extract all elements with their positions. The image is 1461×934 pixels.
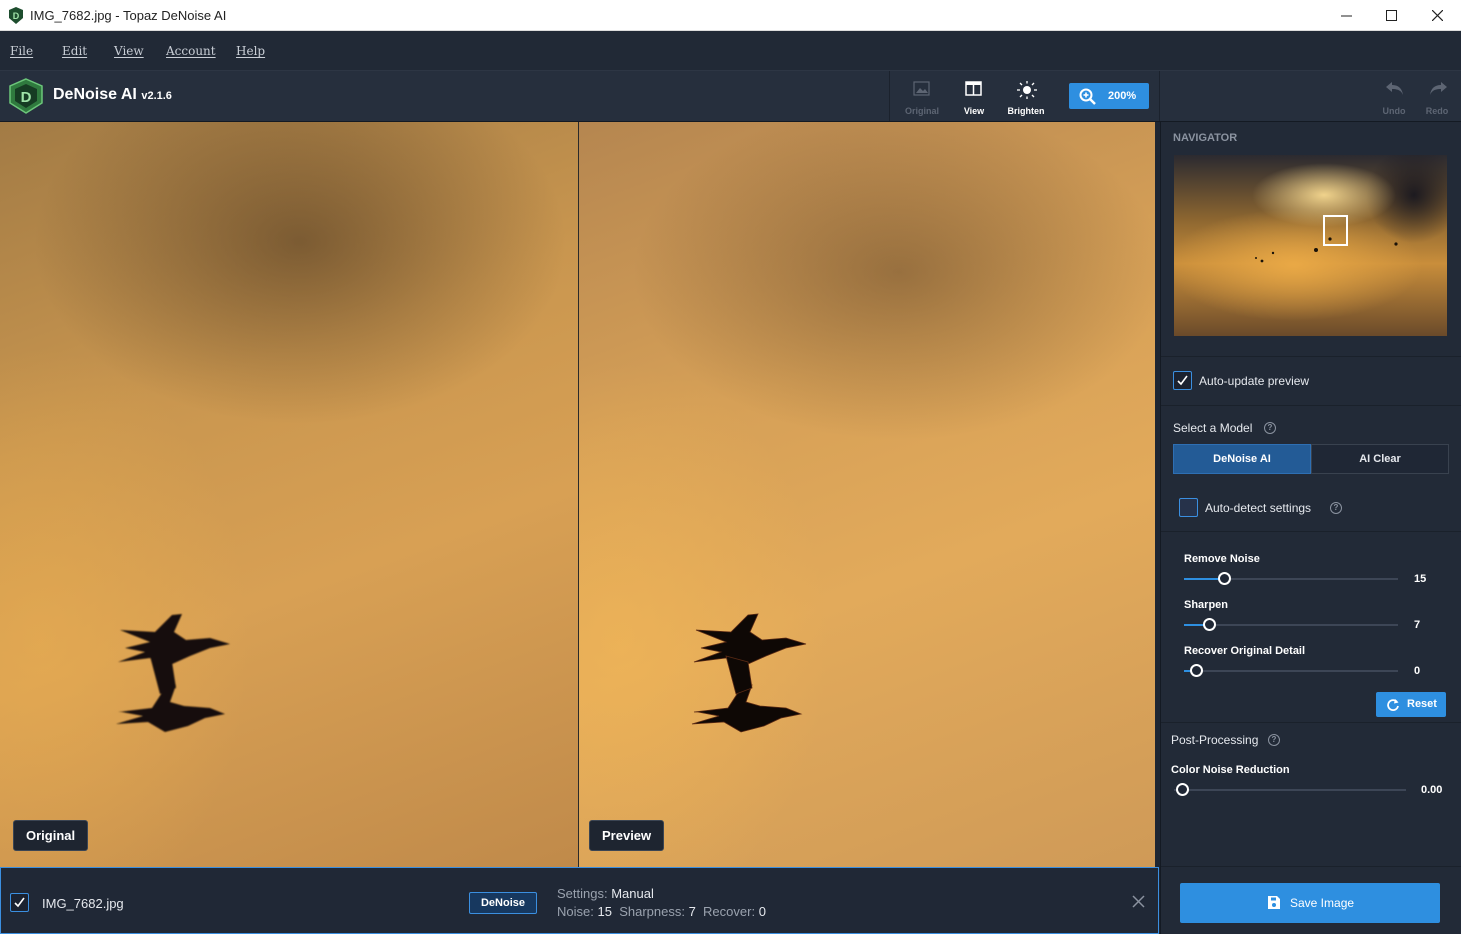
toolbar: D DeNoise AI v2.1.6 Original View Bright… bbox=[0, 71, 1461, 122]
toolbar-divider bbox=[889, 71, 890, 121]
file-select-checkbox[interactable] bbox=[10, 893, 29, 912]
divider bbox=[1161, 531, 1461, 532]
navigator-thumbnail[interactable] bbox=[1174, 155, 1447, 336]
file-settings: Settings: Manual bbox=[557, 886, 654, 901]
model-badge: DeNoise bbox=[469, 892, 537, 914]
menu-edit[interactable]: Edit bbox=[62, 44, 87, 58]
slider-handle[interactable] bbox=[1218, 572, 1231, 585]
close-icon bbox=[1431, 10, 1443, 21]
slider-label: Color Noise Reduction bbox=[1171, 764, 1290, 776]
select-model-title: Select a Model bbox=[1173, 421, 1253, 435]
file-name: IMG_7682.jpg bbox=[42, 896, 124, 911]
title-bar: D IMG_7682.jpg - Topaz DeNoise AI bbox=[0, 0, 1461, 31]
help-icon[interactable]: ? bbox=[1268, 734, 1280, 746]
file-list-item[interactable]: IMG_7682.jpg DeNoise Settings: Manual No… bbox=[0, 867, 1159, 934]
svg-text:D: D bbox=[21, 89, 32, 106]
slider-label: Recover Original Detail bbox=[1184, 645, 1306, 657]
check-icon bbox=[1177, 375, 1188, 386]
original-image-pane[interactable]: Original bbox=[0, 122, 578, 867]
app-window: D IMG_7682.jpg - Topaz DeNoise AI File E… bbox=[0, 0, 1461, 934]
split-view-icon bbox=[965, 81, 982, 96]
slider-track[interactable] bbox=[1174, 789, 1406, 791]
post-processing-title: Post-Processing bbox=[1171, 733, 1259, 747]
bird-silhouette bbox=[691, 613, 807, 733]
original-button[interactable]: Original bbox=[896, 77, 948, 119]
slider-value: 0 bbox=[1414, 665, 1421, 677]
navigator-title: NAVIGATOR bbox=[1173, 132, 1238, 144]
file-parameters: Noise: 15 Sharpness: 7 Recover: 0 bbox=[557, 904, 766, 919]
topaz-logo-icon: D bbox=[9, 7, 23, 24]
reset-label: Reset bbox=[1407, 698, 1437, 710]
auto-detect-checkbox[interactable] bbox=[1179, 498, 1198, 517]
zoom-level: 200% bbox=[1108, 90, 1137, 102]
maximize-icon bbox=[1385, 10, 1397, 21]
preview-image-pane[interactable]: Preview bbox=[579, 122, 1155, 867]
slider-handle[interactable] bbox=[1190, 664, 1203, 677]
model-denoise-ai[interactable]: DeNoise AI bbox=[1173, 444, 1311, 474]
divider bbox=[1161, 405, 1461, 406]
image-icon bbox=[913, 81, 930, 96]
slider-track[interactable] bbox=[1184, 670, 1398, 672]
original-label: Original bbox=[13, 820, 89, 851]
zoom-button[interactable]: 200% bbox=[1069, 83, 1149, 109]
slider-track[interactable] bbox=[1184, 624, 1398, 626]
reset-icon bbox=[1387, 699, 1399, 711]
slider-label: Sharpen bbox=[1184, 599, 1229, 611]
redo-button-label: Redo bbox=[1425, 106, 1449, 116]
menu-file[interactable]: File bbox=[10, 44, 33, 58]
maximize-button[interactable] bbox=[1368, 0, 1414, 31]
bird-silhouette bbox=[116, 614, 230, 732]
toolbar-divider bbox=[1159, 71, 1160, 121]
navigator-viewport[interactable] bbox=[1323, 215, 1348, 246]
menu-bar: File Edit View Account Help bbox=[0, 31, 1461, 71]
sun-icon bbox=[1017, 81, 1037, 99]
settings-panel: NAVIGATOR Auto-update preview Select a M… bbox=[1160, 122, 1461, 934]
redo-button[interactable]: Redo bbox=[1411, 77, 1461, 119]
auto-detect-label[interactable]: Auto-detect settings bbox=[1205, 501, 1311, 515]
auto-update-checkbox[interactable] bbox=[1173, 371, 1192, 390]
original-button-label: Original bbox=[904, 106, 939, 116]
remove-file-icon[interactable] bbox=[1132, 895, 1145, 908]
divider bbox=[1161, 722, 1461, 723]
app-version: v2.1.6 bbox=[141, 90, 172, 102]
slider-value: 7 bbox=[1414, 619, 1421, 631]
denoise-logo-icon: D bbox=[9, 78, 43, 114]
image-viewer[interactable]: Original Preview bbox=[0, 122, 1155, 867]
zoom-in-icon bbox=[1079, 88, 1096, 105]
brighten-button-label: Brighten bbox=[1007, 106, 1045, 116]
save-icon bbox=[1268, 896, 1280, 909]
app-name: DeNoise AI v2.1.6 bbox=[53, 86, 172, 103]
slider-handle[interactable] bbox=[1203, 618, 1216, 631]
minimize-icon bbox=[1340, 15, 1352, 17]
brighten-button[interactable]: Brighten bbox=[1000, 77, 1052, 119]
reset-button[interactable]: Reset bbox=[1376, 692, 1446, 717]
auto-update-label[interactable]: Auto-update preview bbox=[1199, 374, 1309, 388]
slider-handle[interactable] bbox=[1176, 783, 1189, 796]
menu-help[interactable]: Help bbox=[236, 44, 265, 58]
close-button[interactable] bbox=[1414, 0, 1460, 31]
window-title: IMG_7682.jpg - Topaz DeNoise AI bbox=[30, 8, 227, 23]
slider-value: 0.00 bbox=[1421, 784, 1443, 796]
divider bbox=[1161, 356, 1461, 357]
view-button-label: View bbox=[963, 106, 985, 116]
slider-label: Remove Noise bbox=[1184, 553, 1260, 565]
minimize-button[interactable] bbox=[1323, 0, 1369, 31]
save-image-button[interactable]: Save Image bbox=[1180, 883, 1440, 923]
slider-value: 15 bbox=[1414, 573, 1427, 585]
save-image-label: Save Image bbox=[1290, 896, 1355, 910]
view-button[interactable]: View bbox=[948, 77, 1000, 119]
menu-view[interactable]: View bbox=[114, 44, 144, 58]
divider bbox=[1161, 866, 1461, 867]
preview-label: Preview bbox=[589, 820, 665, 851]
svg-text:D: D bbox=[13, 11, 20, 21]
menu-account[interactable]: Account bbox=[166, 44, 216, 58]
check-icon bbox=[14, 897, 25, 908]
help-icon[interactable]: ? bbox=[1330, 502, 1342, 514]
undo-icon bbox=[1386, 82, 1403, 95]
model-ai-clear[interactable]: AI Clear bbox=[1311, 444, 1449, 474]
redo-icon bbox=[1430, 82, 1447, 95]
navigator-birds bbox=[1255, 237, 1398, 263]
help-icon[interactable]: ? bbox=[1264, 422, 1276, 434]
